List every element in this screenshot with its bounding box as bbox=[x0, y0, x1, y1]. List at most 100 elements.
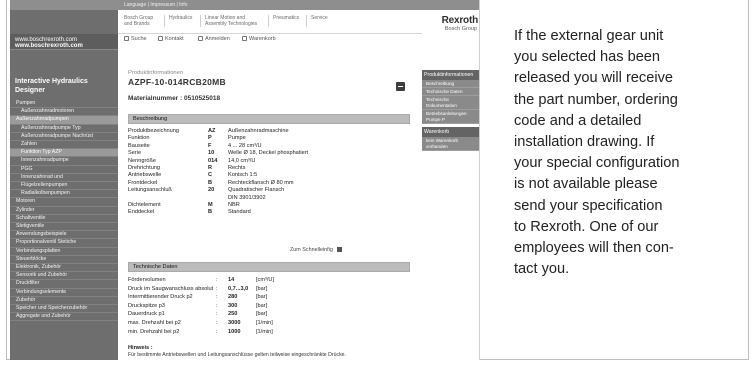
product-name: AZPF-10-014RCB20MB bbox=[128, 77, 226, 87]
description-row: Frontdeckel B Rechteckflansch Ø 80 mm bbox=[128, 180, 410, 187]
menu-item[interactable]: Druckfilter bbox=[10, 280, 118, 289]
right-panel-link[interactable]: Technische Dokumentation bbox=[422, 96, 479, 110]
tech-separator: : bbox=[216, 294, 218, 301]
menu-item[interactable]: Steuerblöcke bbox=[10, 256, 118, 265]
menu-item[interactable]: Funktion Typ AZP bbox=[10, 149, 118, 158]
nav-divider bbox=[164, 15, 165, 27]
description-row: Serie 10 Welle Ø 18, Deckel phosphatiert bbox=[128, 150, 410, 157]
tech-separator: : bbox=[216, 277, 218, 283]
description-row: Drehrichtung R Rechts bbox=[128, 165, 410, 172]
nav-item-hydraulics[interactable]: Hydraulics bbox=[169, 15, 192, 21]
row-value: Welle Ø 18, Deckel phosphatiert bbox=[228, 150, 309, 157]
row-value: Rechts bbox=[228, 164, 246, 171]
description-row: Leitungsanschluß 20 Quadratischer Flansch D… bbox=[128, 187, 410, 202]
app-title: Interactive Hydraulics Designer bbox=[15, 78, 88, 94]
row-value: Konisch 1:5 bbox=[228, 172, 258, 179]
tech-unit: [bar] bbox=[256, 311, 268, 318]
zum-link[interactable]: Zum Schnelleinfig bbox=[290, 247, 342, 253]
row-key: Serie bbox=[128, 150, 142, 157]
menu-item[interactable]: Flügelzellenpumpen bbox=[10, 182, 118, 191]
site-link-2[interactable]: www.boschrexroth.com bbox=[15, 43, 83, 49]
cart-info: kein Warenkorb vorhanden bbox=[422, 137, 479, 151]
browser-screenshot: Language | Impressum | Info Bosch Group … bbox=[10, 0, 480, 360]
product-info-links: Beschreibung Technische Daten Technische D… bbox=[422, 80, 479, 124]
tech-row: Fördervolumen: 14 [cm³/U] bbox=[128, 276, 410, 285]
menu-item[interactable]: Außenzahnradpumpe Nachrüst bbox=[10, 133, 118, 142]
toolbar-search[interactable]: Suche bbox=[124, 36, 147, 42]
rexroth-logo[interactable]: Rexroth Bosch Group bbox=[422, 10, 479, 34]
row-code: C bbox=[208, 172, 213, 179]
nav-item-service[interactable]: Service bbox=[311, 15, 328, 21]
description-row: Enddeckel B Standard bbox=[128, 209, 410, 216]
menu-item[interactable]: Pumpen bbox=[10, 100, 118, 109]
menu-item[interactable]: Aggregate und Zubehör bbox=[10, 313, 118, 322]
menu-item[interactable]: Schaltventile bbox=[10, 215, 118, 224]
row-key: Antriebswelle bbox=[128, 172, 162, 179]
menu-item[interactable]: Zubehör bbox=[10, 297, 118, 306]
close-icon[interactable] bbox=[396, 82, 405, 91]
description-line: If the external gear unit bbox=[514, 28, 664, 44]
right-panel-link[interactable]: Betriebsanleitungen Pumpe P bbox=[422, 110, 479, 124]
menu-item[interactable]: Außenzahnradpumpen bbox=[10, 116, 118, 125]
menu-item[interactable]: Anwendungsbeispiele bbox=[10, 231, 118, 240]
menu-item[interactable]: Speicher und Speicherzubehör bbox=[10, 305, 118, 314]
utility-links[interactable]: Language | Impressum | Info bbox=[124, 0, 187, 10]
toolbar-contact[interactable]: Kontakt bbox=[158, 36, 184, 42]
toolbar-cart[interactable]: Warenkorb bbox=[242, 36, 276, 42]
description-row: Dichtelement M NBR bbox=[128, 202, 410, 209]
menu-item[interactable]: Stetigventile bbox=[10, 223, 118, 232]
nav-item-bosch-group[interactable]: Bosch Group and Brands bbox=[124, 15, 153, 27]
menu-item[interactable]: Zylinder bbox=[10, 207, 118, 215]
row-value: Quadratischer Flansch bbox=[228, 187, 285, 194]
menu-item[interactable]: Motoren bbox=[10, 198, 118, 207]
menu-item[interactable]: Außenzahnradpumpe Typ bbox=[10, 125, 118, 133]
menu-item[interactable]: Sensorik und Zubehör bbox=[10, 272, 118, 281]
toolbar-login[interactable]: Anmelden bbox=[198, 36, 230, 42]
tech-row: Dauerdruck p1: 250 [bar] bbox=[128, 310, 410, 319]
tech-row: Intermittierender Druck p2: 280 [bar] bbox=[128, 293, 410, 302]
row-code: 10 bbox=[208, 150, 215, 157]
row-key: Drehrichtung bbox=[128, 164, 161, 171]
menu-item[interactable]: PGG bbox=[10, 166, 118, 174]
description-line: your special configuration bbox=[514, 155, 680, 172]
menu-item[interactable]: Radialkolbenpumpen bbox=[10, 190, 118, 199]
menu-item[interactable]: Innenzahnradpumpe bbox=[10, 157, 118, 166]
description-row: Nenngröße 014 14,0 cm³/U bbox=[128, 158, 410, 165]
tech-separator: : bbox=[216, 319, 218, 326]
tech-key: Dauerdruck p1 bbox=[128, 311, 165, 318]
menu-item[interactable]: Verbindungsplatten bbox=[10, 248, 118, 256]
right-panel-link[interactable]: Beschreibung bbox=[422, 80, 479, 88]
tech-value: 280 bbox=[228, 294, 238, 301]
menu-item[interactable]: Innenzahnrad und bbox=[10, 174, 118, 183]
toolbar: Suche Kontakt Anmelden Warenkorb bbox=[118, 34, 422, 46]
nav-divider bbox=[268, 15, 269, 27]
row-code: F bbox=[208, 142, 212, 149]
tech-value: 0,7...3,0 bbox=[228, 285, 249, 292]
tech-key: Druckspitze p3 bbox=[128, 302, 165, 309]
row-value: NBR bbox=[228, 201, 240, 208]
description-line: tact you. bbox=[514, 261, 570, 278]
tech-row: max. Drehzahl bei p2: 3000 [1/min] bbox=[128, 319, 410, 328]
description-line: you selected has been bbox=[514, 49, 661, 66]
nav-item-pneumatics[interactable]: Pneumatics bbox=[273, 15, 299, 21]
row-key: Bauseite bbox=[128, 142, 150, 149]
logo-wordmark: Rexroth bbox=[441, 15, 479, 26]
tech-unit: [1/min] bbox=[256, 328, 273, 335]
right-panel-link[interactable]: Technische Daten bbox=[422, 88, 479, 96]
description-text: If the external gear unit you selected ha… bbox=[514, 26, 746, 280]
menu-item[interactable]: Zahlen bbox=[10, 141, 118, 150]
tech-value: 250 bbox=[228, 311, 238, 318]
description-row: Bauseite F 4 ... 28 cm³/U bbox=[128, 143, 410, 150]
contact-icon bbox=[158, 36, 163, 41]
menu-item[interactable]: Außenzahnradmotoren bbox=[10, 108, 118, 117]
nav-item-linear-motion[interactable]: Linear Motion and Assembly Technologies bbox=[205, 15, 257, 27]
row-code: M bbox=[208, 201, 213, 208]
menu-item[interactable]: Proportionalventil Stetiche bbox=[10, 239, 118, 248]
product-info-label: Produktinformationen bbox=[128, 70, 184, 76]
description-line: send your specification bbox=[514, 197, 663, 214]
description-line: employees will then con- bbox=[514, 240, 674, 257]
menu-item[interactable]: Verbindungselemente bbox=[10, 289, 118, 297]
right-panel-header-cart: Warenkorb bbox=[422, 127, 479, 137]
menu-item[interactable]: Elektronik, Zubehör bbox=[10, 264, 118, 273]
tech-separator: : bbox=[216, 328, 218, 335]
